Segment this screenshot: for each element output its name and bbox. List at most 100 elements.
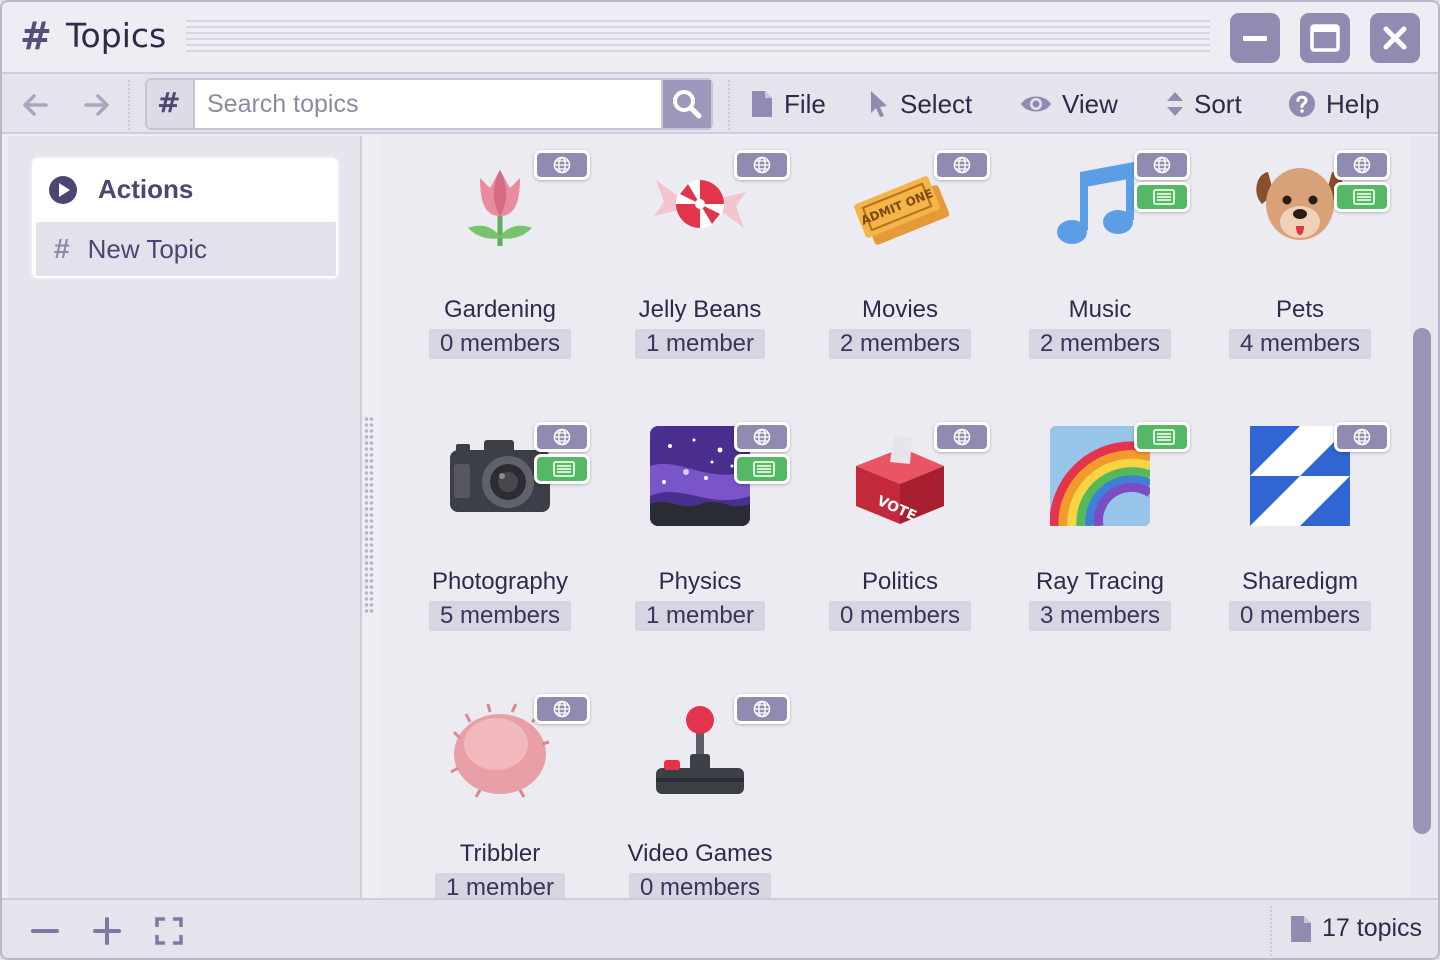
member-count: 1 member <box>634 329 766 359</box>
toolbar-divider <box>728 80 730 130</box>
sort-menu[interactable]: Sort <box>1166 86 1242 122</box>
member-count: 4 members <box>1228 329 1372 359</box>
topic-tile[interactable]: VOTE Politics 0 members <box>800 408 1000 658</box>
topic-tile[interactable]: Video Games 0 members <box>600 680 800 898</box>
topic-tile[interactable]: Photography 5 members <box>400 408 600 658</box>
search-button[interactable] <box>663 80 711 128</box>
sidebar-resize-handle[interactable] <box>364 416 374 614</box>
globe-icon <box>753 156 771 174</box>
status-bar: 17 topics <box>2 898 1438 958</box>
sort-menu-label: Sort <box>1194 88 1242 119</box>
public-badge <box>734 150 790 180</box>
shared-badge <box>534 454 590 484</box>
sidebar: Actions # New Topic <box>8 136 362 898</box>
play-circle-icon <box>49 175 77 204</box>
fullscreen-icon[interactable] <box>152 914 186 948</box>
actions-title: Actions <box>98 174 194 204</box>
help-menu[interactable]: Help <box>1288 86 1379 122</box>
minimize-button[interactable] <box>1230 13 1280 63</box>
actions-header[interactable]: Actions <box>48 174 193 205</box>
public-badge <box>1134 150 1190 180</box>
eye-icon <box>1021 96 1051 112</box>
scrollbar-thumb[interactable] <box>1413 328 1431 834</box>
topic-name: Jelly Beans <box>638 296 762 323</box>
zoom-in-icon[interactable] <box>90 914 124 948</box>
file-menu[interactable]: File <box>750 86 826 122</box>
topic-tile[interactable]: ADMIT ONE Movies 2 members <box>800 136 1000 386</box>
sort-icon <box>1167 92 1183 116</box>
topics-window: # Topics # File Selec <box>0 0 1440 960</box>
document-icon <box>553 461 575 477</box>
back-arrow-icon[interactable] <box>20 90 50 120</box>
public-badge <box>934 422 990 452</box>
topic-name: Video Games <box>627 840 773 867</box>
topic-tile[interactable]: Jelly Beans 1 member <box>600 136 800 386</box>
select-menu-label: Select <box>900 88 973 119</box>
public-badge <box>1334 422 1390 452</box>
hash-icon: # <box>20 14 52 58</box>
close-icon <box>1383 26 1407 50</box>
new-topic-action[interactable]: # New Topic <box>36 222 336 276</box>
document-icon <box>753 461 775 477</box>
topic-tile[interactable]: Physics 1 member <box>600 408 800 658</box>
globe-icon <box>553 700 571 718</box>
topic-name: Ray Tracing <box>1035 568 1165 595</box>
maximize-button[interactable] <box>1300 13 1350 63</box>
help-icon <box>1289 91 1315 117</box>
globe-icon <box>1153 156 1171 174</box>
topic-tile[interactable]: Sharedigm 0 members <box>1200 408 1400 658</box>
globe-icon <box>753 700 771 718</box>
topic-tile[interactable]: Tribbler 1 member <box>400 680 600 898</box>
zoom-out-icon[interactable] <box>28 914 62 948</box>
topic-name: Photography <box>431 568 569 595</box>
select-menu[interactable]: Select <box>868 86 972 122</box>
topic-tile[interactable]: Ray Tracing 3 members <box>1000 408 1200 658</box>
globe-icon <box>1353 156 1371 174</box>
member-count: 1 member <box>434 873 566 898</box>
topic-tile[interactable]: Pets 4 members <box>1200 136 1400 386</box>
close-button[interactable] <box>1370 13 1420 63</box>
member-count: 2 members <box>1028 329 1172 359</box>
forward-arrow-icon[interactable] <box>82 90 112 120</box>
public-badge <box>1334 150 1390 180</box>
public-badge <box>534 150 590 180</box>
view-menu[interactable]: View <box>1020 86 1118 122</box>
topic-count: 17 topics <box>1290 914 1422 943</box>
member-count: 2 members <box>828 329 972 359</box>
topic-name: Gardening <box>443 296 557 323</box>
file-icon <box>1291 915 1311 942</box>
shared-badge <box>734 454 790 484</box>
minimize-icon <box>1243 36 1267 41</box>
globe-icon <box>953 156 971 174</box>
title-bar[interactable]: # Topics <box>2 2 1438 74</box>
member-count: 0 members <box>428 329 572 359</box>
drag-handle[interactable] <box>186 20 1210 54</box>
globe-icon <box>753 428 771 446</box>
public-badge <box>734 422 790 452</box>
topic-name: Pets <box>1275 296 1325 323</box>
new-topic-label: New Topic <box>87 233 208 264</box>
globe-icon <box>553 428 571 446</box>
member-count: 1 member <box>634 601 766 631</box>
topic-tile[interactable]: Gardening 0 members <box>400 136 600 386</box>
topic-name: Politics <box>861 568 939 595</box>
maximize-icon <box>1310 24 1340 52</box>
window-title: Topics <box>66 16 167 55</box>
public-badge <box>534 694 590 724</box>
hash-icon: # <box>157 86 181 119</box>
document-icon <box>1153 189 1175 205</box>
help-menu-label: Help <box>1326 88 1380 119</box>
shared-badge <box>1134 422 1190 452</box>
topic-name: Music <box>1068 296 1132 323</box>
topic-tile[interactable]: Music 2 members <box>1000 136 1200 386</box>
shared-badge <box>1334 182 1390 212</box>
cursor-icon <box>871 91 887 117</box>
topic-name: Sharedigm <box>1241 568 1359 595</box>
shared-badge <box>1134 182 1190 212</box>
member-count: 0 members <box>828 601 972 631</box>
file-menu-label: File <box>784 88 826 119</box>
public-badge <box>534 422 590 452</box>
topics-grid: Gardening 0 members Jelly Beans 1 member <box>380 136 1410 898</box>
search-input[interactable] <box>193 80 663 128</box>
public-badge <box>734 694 790 724</box>
